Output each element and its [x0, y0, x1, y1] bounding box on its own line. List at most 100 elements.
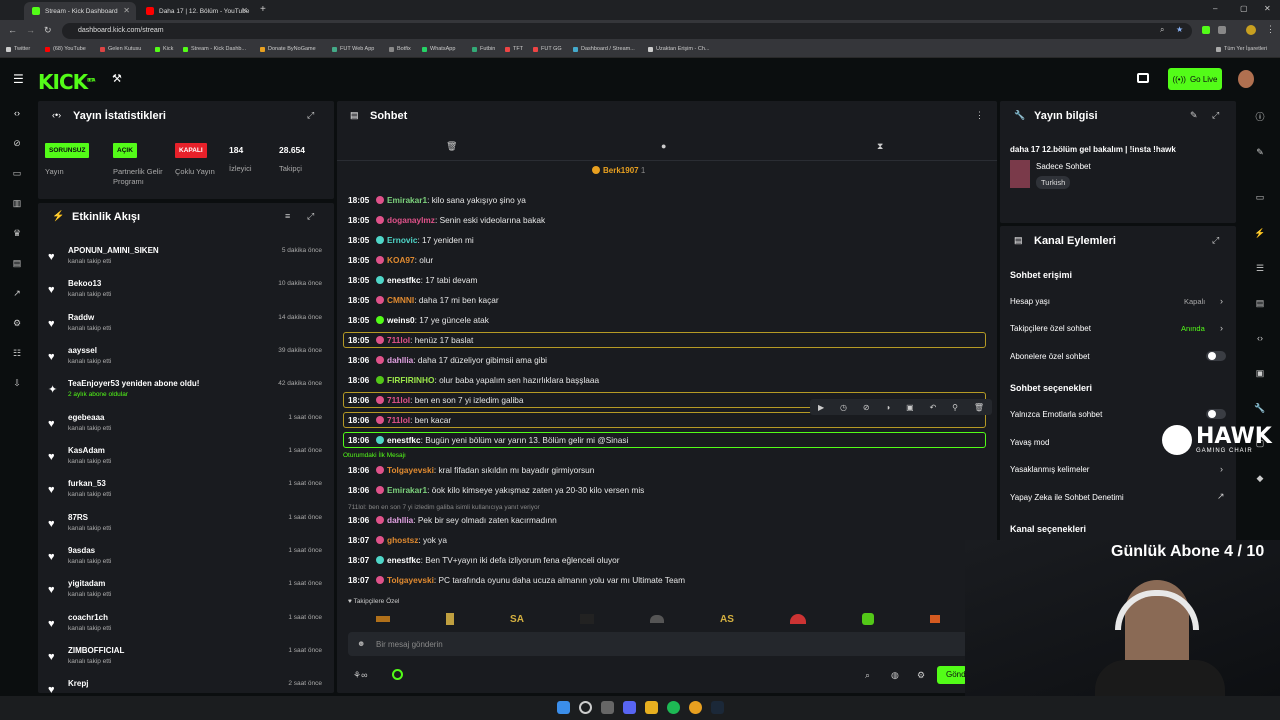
steam-icon[interactable]: [711, 701, 724, 714]
message-user[interactable]: Emirakar1: [387, 485, 427, 495]
message-user[interactable]: Tolgayevski: [387, 575, 434, 585]
extension-icon[interactable]: [1218, 26, 1226, 34]
bookmark-item[interactable]: Stream - Kick Dashb...: [183, 46, 246, 52]
emoji-icon[interactable]: ☻: [357, 639, 365, 648]
spotify-icon[interactable]: [667, 701, 680, 714]
chat-message[interactable]: 18:06 enestfkc: Bugün yeni bölüm var yarı…: [348, 431, 988, 449]
message-user[interactable]: FIRFIRINHO: [387, 375, 434, 385]
ban-icon[interactable]: ⊘: [863, 403, 870, 412]
message-user[interactable]: Emirakar1: [387, 195, 427, 205]
emotes-only-toggle[interactable]: [1206, 409, 1226, 419]
chat-message[interactable]: 18:05 Emirakar1: kilo sana yakışıyo şino …: [348, 191, 988, 209]
list-icon[interactable]: ☰: [1253, 261, 1267, 275]
pin-icon[interactable]: ⚲: [952, 403, 958, 412]
message-user[interactable]: ghostsz: [387, 535, 418, 545]
studio-icon[interactable]: [1137, 73, 1149, 83]
reload-icon[interactable]: ↻: [44, 25, 52, 36]
analytics-nav-icon[interactable]: ▥: [11, 197, 23, 209]
delete-icon[interactable]: 🗑: [974, 403, 984, 412]
activity-item[interactable]: ♥ yigitadam kanalı takip etti 1 saat önce: [38, 574, 334, 607]
activity-item[interactable]: ✦ TeaEnjoyer53 yeniden abone oldu! 2 aylık…: [38, 374, 334, 407]
taskbar-app-icon[interactable]: [601, 701, 614, 714]
emote[interactable]: [446, 613, 455, 625]
bookmark-item[interactable]: Futbin: [472, 46, 495, 52]
stream-icon[interactable]: ‹›: [1253, 331, 1267, 345]
tab-youtube[interactable]: Daha 17 | 12. Bölüm - YouTube ✕: [138, 2, 254, 20]
bookmark-item[interactable]: Botfix: [389, 46, 411, 52]
activity-item[interactable]: ♥ ZIMBOFFICIAL kanalı takip etti 1 saat önc…: [38, 641, 334, 674]
discord-icon[interactable]: [623, 701, 636, 714]
bookmark-item[interactable]: WhatsApp: [422, 46, 455, 52]
message-user[interactable]: 711lol: [387, 415, 410, 425]
message-user[interactable]: 711lol: [387, 335, 410, 345]
chat-message[interactable]: 18:07 ghostsz: yok ya: [348, 531, 988, 549]
close-tab-icon[interactable]: ✕: [123, 6, 130, 15]
bookmark-item[interactable]: FUT Web App: [332, 46, 374, 52]
subs-only-toggle[interactable]: [1206, 351, 1226, 361]
bookmark-item[interactable]: Twitter: [6, 46, 30, 52]
chat-message[interactable]: 18:05 Ernovic: 17 yeniden mi: [348, 231, 988, 249]
kick-logo[interactable]: KICKBETA: [38, 70, 95, 94]
emote[interactable]: [861, 613, 874, 625]
account-age-row[interactable]: Hesap yaşı: [1010, 297, 1050, 306]
popout-icon[interactable]: ⤢: [307, 211, 314, 222]
minimize-icon[interactable]: –: [1213, 4, 1217, 13]
pinned-user[interactable]: Berk1907 1: [592, 166, 645, 175]
mod-icon[interactable]: ◑: [885, 403, 890, 412]
other-bookmarks[interactable]: Tüm Yer İşaretleri: [1216, 46, 1267, 52]
filter-icon[interactable]: ≡: [285, 211, 290, 221]
bookmark-item[interactable]: Donate ByNoGame: [260, 46, 316, 52]
bookmark-item[interactable]: FUT GG: [533, 46, 562, 52]
chat-message[interactable]: 18:05 KOA97: olur: [348, 251, 988, 269]
chevron-right-icon[interactable]: ›: [1220, 296, 1223, 306]
send-button[interactable]: Gönder: [937, 666, 967, 684]
message-user[interactable]: enestfkc: [387, 275, 421, 285]
banned-words-row[interactable]: Yasaklanmış kelimeler: [1010, 465, 1089, 474]
emote[interactable]: [649, 615, 664, 623]
close-window-icon[interactable]: ✕: [1264, 4, 1271, 13]
pen-icon[interactable]: ✎: [1253, 145, 1267, 159]
chat-settings-icon[interactable]: ⚙: [917, 670, 925, 681]
kick-points-icon[interactable]: [392, 669, 403, 680]
search-taskbar-icon[interactable]: [579, 701, 592, 714]
explorer-icon[interactable]: [645, 701, 658, 714]
url-field[interactable]: dashboard.kick.com/stream: [62, 23, 1192, 39]
external-link-icon[interactable]: ↗: [1217, 491, 1225, 502]
go-live-button[interactable]: ((•)) Go Live: [1168, 68, 1222, 90]
extension-icon[interactable]: [1202, 26, 1210, 34]
chat-message[interactable]: 18:05 doganaylmz: Senin eski videolarına …: [348, 211, 988, 229]
chart-nav-icon[interactable]: ↗: [11, 287, 23, 299]
copy-icon[interactable]: ▣: [906, 403, 914, 412]
message-user[interactable]: dahllia: [387, 355, 413, 365]
download-nav-icon[interactable]: ⇩: [11, 377, 23, 389]
chat-message[interactable]: 18:05 weins0: 17 ye güncele atak: [348, 311, 988, 329]
emote[interactable]: AS: [720, 614, 734, 625]
diamond-icon[interactable]: ◆: [1253, 471, 1267, 485]
chat-menu-icon[interactable]: ⋮: [975, 110, 984, 121]
followers-only-row[interactable]: Takipçilere özel sohbet: [1010, 324, 1091, 333]
popout-icon[interactable]: ⤢: [307, 110, 314, 121]
info-icon[interactable]: ⓘ: [1253, 110, 1267, 124]
video-nav-icon[interactable]: ▭: [11, 167, 23, 179]
forward-icon[interactable]: →: [26, 25, 35, 35]
emote-picker-icon[interactable]: ◍: [891, 670, 899, 681]
play-icon[interactable]: ▶: [818, 403, 824, 412]
chrome-icon[interactable]: [689, 701, 702, 714]
timeout-icon[interactable]: ◷: [840, 403, 847, 412]
bookmark-item[interactable]: Dashboard / Stream...: [573, 46, 635, 52]
settings-nav-icon[interactable]: ⚙: [11, 317, 23, 329]
chat-message[interactable]: 18:05 CMNNI: daha 17 mi ben kaçar: [348, 291, 988, 309]
chat-message[interactable]: 18:07 enestfkc: Ben TV+yayın iki defa izl…: [348, 551, 988, 569]
wrench-icon[interactable]: 🔧: [1253, 401, 1267, 415]
printer-icon[interactable]: ▣: [1253, 366, 1267, 380]
message-user[interactable]: enestfkc: [387, 435, 421, 445]
bookmark-star-icon[interactable]: ★: [1176, 25, 1183, 34]
close-tab-icon[interactable]: ✕: [241, 6, 248, 15]
message-user[interactable]: weins0: [387, 315, 415, 325]
new-tab-icon[interactable]: +: [260, 4, 266, 15]
message-user[interactable]: 711lol: [387, 395, 410, 405]
popout-icon[interactable]: ⤢: [1212, 110, 1219, 121]
activity-item[interactable]: ♥ 9asdas kanalı takip etti 1 saat önce: [38, 541, 334, 574]
activity-item[interactable]: ♥ 87RS kanalı takip etti 1 saat önce: [38, 508, 334, 541]
chevron-right-icon[interactable]: ›: [1220, 464, 1223, 474]
